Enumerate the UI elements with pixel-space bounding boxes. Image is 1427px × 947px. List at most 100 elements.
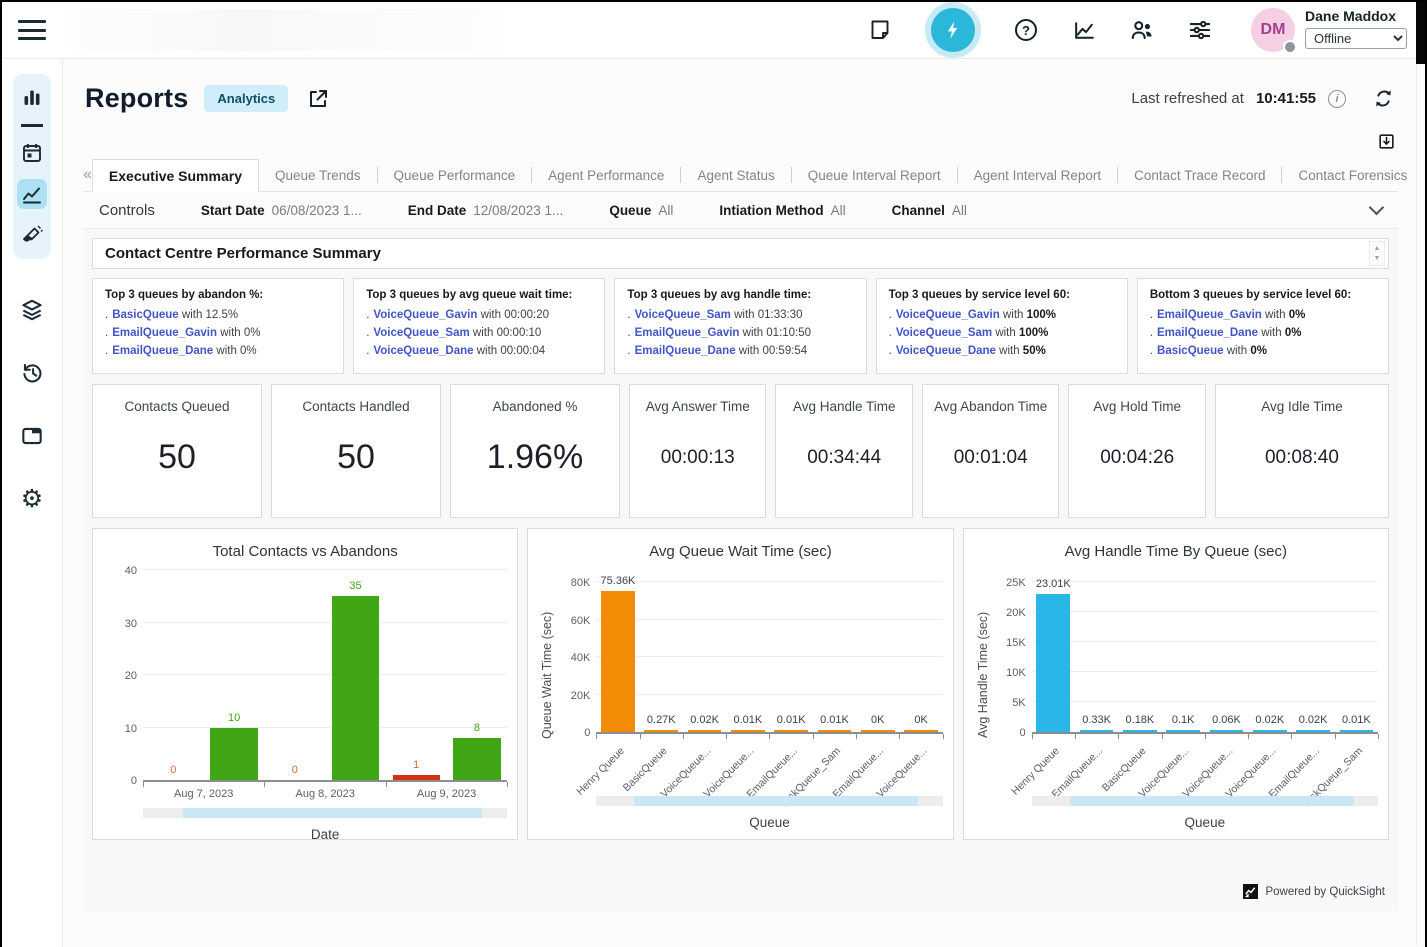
analytics-badge: Analytics bbox=[204, 85, 288, 112]
refresh-icon[interactable] bbox=[1372, 87, 1395, 110]
bar-slot: 1 bbox=[386, 572, 447, 780]
queue-link[interactable]: BasicQueue bbox=[112, 309, 178, 321]
queue-link[interactable]: EmailQueue_Gavin bbox=[112, 327, 217, 339]
step-up-icon[interactable]: ▲ bbox=[1374, 245, 1381, 252]
bar-slot: 75.36K bbox=[596, 584, 639, 732]
kpi-value: 50 bbox=[272, 414, 440, 517]
queue-link[interactable]: EmailQueue_Gavin bbox=[1157, 309, 1262, 321]
chart-scrollbar-thumb[interactable] bbox=[634, 796, 918, 806]
info-icon[interactable]: i bbox=[1328, 90, 1346, 108]
insight-mid: with bbox=[1000, 309, 1027, 321]
kpi-value: 00:34:44 bbox=[776, 414, 911, 517]
settings-sliders-icon[interactable] bbox=[1187, 17, 1213, 43]
y-tick-label: 40K bbox=[556, 652, 590, 664]
last-refreshed-label: Last refreshed at bbox=[1131, 90, 1244, 107]
sidebar-item-reports-line-chart-icon[interactable] bbox=[17, 179, 47, 209]
tab-contact-forensics[interactable]: Contact Forensics bbox=[1282, 159, 1423, 191]
tab-queue-interval-report[interactable]: Queue Interval Report bbox=[792, 159, 957, 191]
insight-value: 0% bbox=[1285, 327, 1302, 339]
controls-collapse-chevron-icon[interactable] bbox=[1369, 199, 1385, 215]
sidebar: ⚙ bbox=[2, 59, 63, 947]
bar-group: 18 bbox=[386, 572, 507, 780]
bar bbox=[861, 730, 895, 733]
quick-actions-bolt-button[interactable] bbox=[931, 8, 975, 52]
summary-stepper[interactable]: ▲ ▼ bbox=[1369, 241, 1385, 266]
step-down-icon[interactable]: ▼ bbox=[1374, 255, 1381, 262]
queue-link[interactable]: VoiceQueue_Dane bbox=[373, 345, 473, 357]
insight-value: 01:33:30 bbox=[758, 309, 803, 321]
tab-executive-summary[interactable]: Executive Summary bbox=[92, 159, 259, 192]
task-note-icon[interactable] bbox=[867, 17, 893, 43]
queue-link[interactable]: EmailQueue_Dane bbox=[635, 345, 736, 357]
sidebar-item-settings-gear-icon[interactable]: ⚙ bbox=[17, 484, 47, 514]
metrics-chart-icon[interactable] bbox=[1071, 17, 1097, 43]
insight-item: .EmailQueue_Dane with 0% bbox=[105, 345, 331, 357]
tab-agent-status[interactable]: Agent Status bbox=[681, 159, 790, 191]
sidebar-item-window-icon[interactable] bbox=[17, 421, 47, 451]
x-axis-title: Queue bbox=[1032, 815, 1378, 830]
chart-title: Total Contacts vs Abandons bbox=[103, 543, 507, 560]
queue-link[interactable]: VoiceQueue_Sam bbox=[373, 327, 469, 339]
filter-start-date[interactable]: Start Date06/08/2023 1... bbox=[201, 203, 362, 218]
download-icon[interactable] bbox=[1377, 132, 1396, 151]
tick-mark bbox=[1248, 734, 1249, 739]
tab-agent-interval-report[interactable]: Agent Interval Report bbox=[958, 159, 1118, 191]
queue-link[interactable]: VoiceQueue_Sam bbox=[896, 327, 992, 339]
insight-mid: with bbox=[179, 309, 206, 321]
queue-link[interactable]: EmailQueue_Dane bbox=[1157, 327, 1258, 339]
sidebar-item-layers-icon[interactable] bbox=[17, 295, 47, 325]
chart-scrollbar-thumb[interactable] bbox=[183, 808, 482, 818]
queue-link[interactable]: BasicQueue bbox=[1157, 345, 1223, 357]
tick-mark bbox=[856, 734, 857, 739]
y-tick-label: 10K bbox=[992, 667, 1026, 679]
filter-queue[interactable]: QueueAll bbox=[609, 203, 673, 218]
sidebar-item-schedule-calendar-icon[interactable] bbox=[17, 138, 47, 168]
plot-area: 020K40K60K80K75.36K0.27K0.02K0.01K0.01K0… bbox=[596, 584, 942, 734]
chart-scrollbar-thumb[interactable] bbox=[1070, 796, 1354, 806]
queue-link[interactable]: EmailQueue_Gavin bbox=[635, 327, 740, 339]
open-external-icon[interactable] bbox=[306, 87, 330, 111]
queue-link[interactable]: EmailQueue_Dane bbox=[112, 345, 213, 357]
tick-mark bbox=[264, 782, 265, 787]
tab-queue-performance[interactable]: Queue Performance bbox=[378, 159, 532, 191]
tab-contact-trace-record[interactable]: Contact Trace Record bbox=[1118, 159, 1281, 191]
sidebar-item-design-brush-icon[interactable] bbox=[17, 220, 47, 250]
sidebar-item-metrics-bar-chart-icon[interactable] bbox=[17, 83, 47, 113]
queue-link[interactable]: VoiceQueue_Gavin bbox=[896, 309, 1000, 321]
y-axis-title: Queue Wait Time (sec) bbox=[538, 570, 556, 780]
filter-end-date[interactable]: End Date12/08/2023 1... bbox=[408, 203, 564, 218]
y-tick-label: 0 bbox=[992, 727, 1026, 739]
page-scrollbar-thumb[interactable] bbox=[1416, 2, 1425, 64]
insight-item: .BasicQueue with 0% bbox=[1150, 345, 1376, 357]
tick-mark bbox=[726, 734, 727, 739]
tick-mark bbox=[1335, 734, 1336, 739]
last-refreshed-time: 10:41:55 bbox=[1256, 90, 1316, 107]
queue-link[interactable]: VoiceQueue_Gavin bbox=[373, 309, 477, 321]
page-scrollbar[interactable] bbox=[1416, 2, 1425, 945]
help-icon[interactable]: ? bbox=[1013, 17, 1039, 43]
bar-slot: 0.33K bbox=[1075, 584, 1118, 732]
bar-slot: 0.18K bbox=[1118, 584, 1161, 732]
sidebar-item-history-icon[interactable] bbox=[17, 358, 47, 388]
tab-queue-trends[interactable]: Queue Trends bbox=[259, 159, 377, 191]
insight-value: 00:00:04 bbox=[500, 345, 545, 357]
bar bbox=[332, 596, 379, 780]
agent-status-select[interactable]: Offline bbox=[1305, 28, 1407, 49]
tabs-scroll-left-icon[interactable]: « bbox=[83, 159, 92, 191]
users-icon[interactable] bbox=[1129, 17, 1155, 43]
hamburger-menu-icon[interactable] bbox=[18, 20, 46, 40]
bars: 23.01K0.33K0.18K0.1K0.06K0.02K0.02K0.01K bbox=[1032, 584, 1378, 732]
tab-agent-performance[interactable]: Agent Performance bbox=[532, 159, 680, 191]
bar-slot: 0.01K bbox=[1335, 584, 1378, 732]
queue-link[interactable]: VoiceQueue_Dane bbox=[896, 345, 996, 357]
insight-mid: with bbox=[739, 327, 766, 339]
insight-heading: Top 3 queues by avg queue wait time: bbox=[366, 289, 592, 301]
tick-mark bbox=[1291, 734, 1292, 739]
insight-mid: with bbox=[213, 345, 240, 357]
tick-mark bbox=[943, 734, 944, 739]
filter-intiation-method[interactable]: Intiation MethodAll bbox=[719, 203, 845, 218]
bar bbox=[601, 591, 635, 732]
queue-link[interactable]: VoiceQueue_Sam bbox=[635, 309, 731, 321]
filter-value: All bbox=[952, 203, 967, 218]
filter-channel[interactable]: ChannelAll bbox=[892, 203, 967, 218]
